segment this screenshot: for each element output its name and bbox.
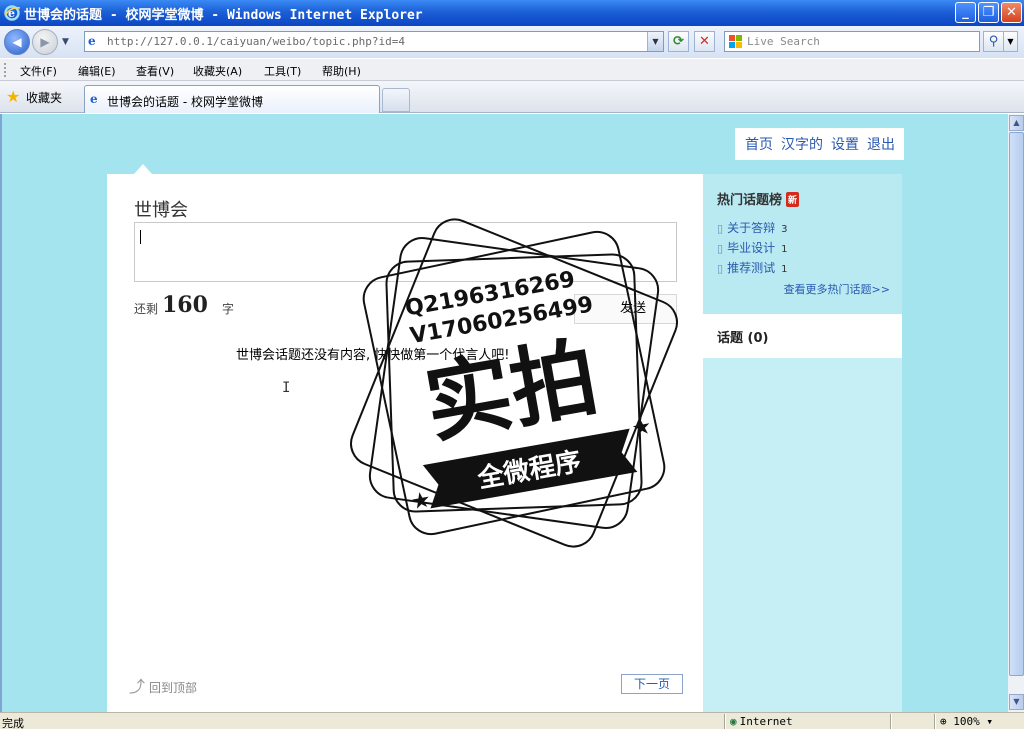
hot-topics-panel: 热门话题榜新 ▯ 关于答辩 3 ▯ 毕业设计 1 ▯ 推荐测试 1 查看更多热门话题>> xyxy=(703,174,902,314)
menu-bar: 文件(F) 编辑(E) 查看(V) 收藏夹(A) 工具(T) 帮助(H) xyxy=(0,58,1024,81)
sidebar: 热门话题榜新 ▯ 关于答辩 3 ▯ 毕业设计 1 ▯ 推荐测试 1 查看更多热门话题>> 话… xyxy=(703,174,902,712)
watermark-main: 实拍 xyxy=(418,327,605,455)
stop-button[interactable]: ✕ xyxy=(694,31,715,52)
tab-current[interactable]: e 世博会的话题 - 校网学堂微博 xyxy=(84,85,380,113)
hot-topics-label: 热门话题榜 xyxy=(717,193,783,208)
favorites-button[interactable]: 收藏夹 xyxy=(26,89,62,106)
tab-page-icon: e xyxy=(90,92,98,106)
minimize-button[interactable]: _ xyxy=(955,2,976,23)
nav-home-link[interactable]: 首页 xyxy=(745,134,773,154)
remaining-suffix: 字 xyxy=(222,302,235,316)
status-separator xyxy=(724,714,726,729)
tab-bar: ★ 收藏夹 e 世博会的话题 - 校网学堂微博 xyxy=(0,81,1024,113)
status-bar: 完成 ◉ Internet ⊕ 100% ▾ xyxy=(0,712,1024,729)
status-text: 完成 xyxy=(2,717,24,729)
forward-button[interactable]: ▶ xyxy=(32,29,58,55)
nav-settings-link[interactable]: 设置 xyxy=(831,134,859,154)
text-caret xyxy=(140,230,141,244)
restore-button[interactable]: ❐ xyxy=(978,2,999,23)
close-window-button[interactable]: ✕ xyxy=(1001,2,1022,23)
zone-label: Internet xyxy=(739,715,793,728)
hot-topic-label[interactable]: 推荐测试 xyxy=(727,261,775,275)
window-title: 世博会的话题 - 校网学堂微博 - Windows Internet Explo… xyxy=(24,8,423,23)
zoom-level[interactable]: ⊕ 100% ▾ xyxy=(940,715,993,728)
search-button[interactable]: ⚲ xyxy=(983,31,1004,52)
topics-count-label: 话题 (0) xyxy=(717,331,769,346)
top-nav: 首页 汉字的 设置 退出 xyxy=(735,128,904,160)
address-dropdown-icon[interactable]: ▼ xyxy=(647,32,663,51)
star-icon: ★ xyxy=(409,487,433,515)
tab-label: 世博会的话题 - 校网学堂微博 xyxy=(107,95,263,109)
menu-help[interactable]: 帮助(H) xyxy=(322,63,361,79)
refresh-button[interactable]: ⟳ xyxy=(668,31,689,52)
menu-file[interactable]: 文件(F) xyxy=(20,63,57,79)
hot-topics-title: 热门话题榜新 xyxy=(717,189,800,208)
hot-topic-item[interactable]: ▯ 推荐测试 1 xyxy=(717,259,787,276)
remaining-prefix: 还剩 xyxy=(134,302,159,316)
security-zone[interactable]: ◉ Internet xyxy=(730,715,793,728)
menu-view[interactable]: 查看(V) xyxy=(136,63,174,79)
status-separator xyxy=(934,714,936,729)
ibeam-cursor-icon: I xyxy=(282,380,291,396)
document-icon: ▯ xyxy=(717,242,724,255)
globe-icon: ◉ xyxy=(730,715,737,728)
hot-topic-item[interactable]: ▯ 毕业设计 1 xyxy=(717,239,787,256)
hot-topic-count: 1 xyxy=(781,244,788,255)
new-tab-button[interactable] xyxy=(382,88,410,112)
toolbar-grip xyxy=(4,63,7,77)
zoom-icon: ⊕ xyxy=(940,715,947,728)
address-url[interactable]: http://127.0.0.1/caiyuan/weibo/topic.php… xyxy=(107,35,405,48)
windows-logo-icon xyxy=(729,35,742,48)
recent-pages-dropdown-icon[interactable]: ▼ xyxy=(62,37,69,47)
remaining-count: 160 xyxy=(162,292,208,318)
hot-topic-label[interactable]: 毕业设计 xyxy=(727,241,775,255)
address-field[interactable]: e http://127.0.0.1/caiyuan/weibo/topic.p… xyxy=(84,31,664,52)
hot-topic-label[interactable]: 关于答辩 xyxy=(727,221,775,235)
back-to-top-icon: ⤴ xyxy=(129,677,146,696)
document-icon: ▯ xyxy=(717,262,724,275)
page-icon: e xyxy=(88,34,96,48)
search-options-dropdown-icon[interactable]: ▼ xyxy=(1003,31,1018,52)
menu-tools[interactable]: 工具(T) xyxy=(264,63,301,79)
zoom-value: 100% xyxy=(953,715,980,728)
scroll-thumb[interactable] xyxy=(1009,132,1024,676)
hot-topic-count: 3 xyxy=(781,224,788,235)
menu-favorites[interactable]: 收藏夹(A) xyxy=(193,63,242,79)
address-toolbar: ◀ ▶ ▼ e http://127.0.0.1/caiyuan/weibo/t… xyxy=(0,26,1024,58)
status-separator xyxy=(890,714,892,729)
next-page-button[interactable]: 下一页 xyxy=(621,674,683,694)
new-badge: 新 xyxy=(786,192,800,207)
window-title-bar: e 世博会的话题 - 校网学堂微博 - Windows Internet Exp… xyxy=(0,0,1024,26)
more-hot-topics-link[interactable]: 查看更多热门话题>> xyxy=(784,281,890,297)
panel-notch xyxy=(134,164,152,174)
topics-count-panel: 话题 (0) xyxy=(703,314,902,358)
back-button[interactable]: ◀ xyxy=(4,29,30,55)
search-placeholder: Live Search xyxy=(747,35,820,48)
hot-topic-item[interactable]: ▯ 关于答辩 3 xyxy=(717,219,787,236)
search-field[interactable]: Live Search xyxy=(724,31,980,52)
document-icon: ▯ xyxy=(717,222,724,235)
menu-edit[interactable]: 编辑(E) xyxy=(78,63,116,79)
topic-title: 世博会 xyxy=(134,200,188,221)
ie-logo-icon: e xyxy=(3,4,21,22)
watermark-stamp: Q2196316269 V17060256499 实拍 全微程序 ★ ★ xyxy=(340,208,688,558)
back-to-top-label: 回到顶部 xyxy=(149,681,198,695)
scroll-down-arrow-icon[interactable]: ▼ xyxy=(1009,694,1024,710)
star-icon: ★ xyxy=(630,414,654,442)
vertical-scrollbar[interactable]: ▲ ▼ xyxy=(1007,114,1024,712)
nav-user-link[interactable]: 汉字的 xyxy=(781,134,823,154)
scroll-up-arrow-icon[interactable]: ▲ xyxy=(1009,115,1024,131)
hot-topic-count: 1 xyxy=(781,264,788,275)
favorites-star-icon[interactable]: ★ xyxy=(6,87,20,106)
svg-text:e: e xyxy=(8,7,15,20)
nav-logout-link[interactable]: 退出 xyxy=(867,134,895,154)
back-to-top-link[interactable]: ⤴ 回到顶部 xyxy=(129,673,197,697)
page-viewport: 首页 汉字的 设置 退出 世博会 还剩 160 字 发送 世博会话题还没有内容,… xyxy=(0,114,1007,712)
